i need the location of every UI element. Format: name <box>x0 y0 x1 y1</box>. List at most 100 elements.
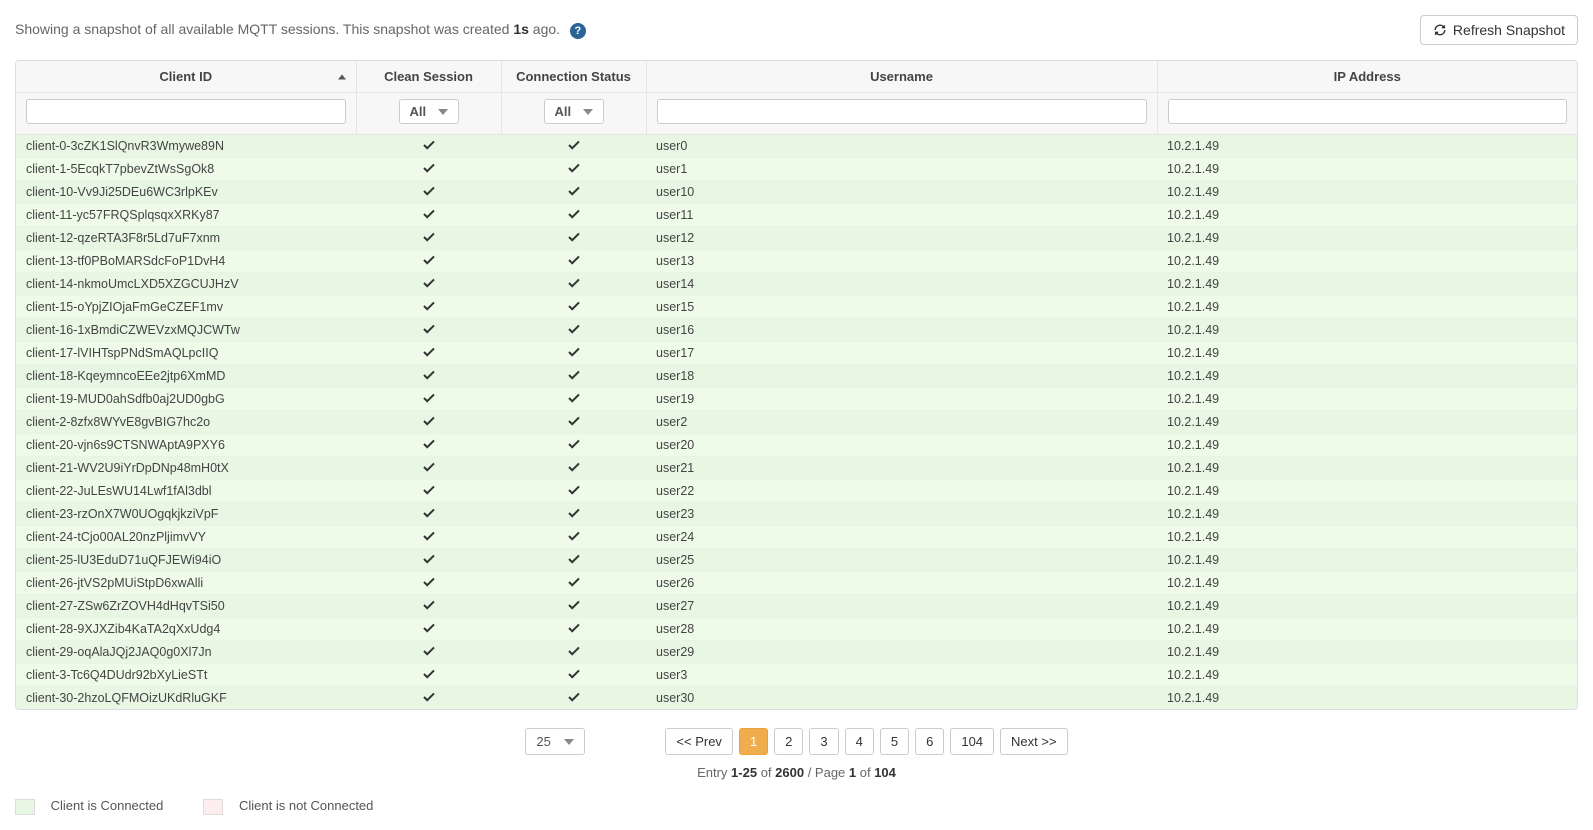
col-username[interactable]: Username <box>646 61 1157 93</box>
check-icon <box>423 508 435 518</box>
filter-ip-input[interactable] <box>1168 99 1568 124</box>
cell-username: user2 <box>646 411 1157 434</box>
cell-clean-session <box>356 572 501 595</box>
cell-username: user16 <box>646 319 1157 342</box>
check-icon <box>423 347 435 357</box>
col-connection-status[interactable]: Connection Status <box>501 61 646 93</box>
check-icon <box>423 393 435 403</box>
cell-client-id: client-28-9XJXZib4KaTA2qXxUdg4 <box>16 618 356 641</box>
cell-client-id: client-12-qzeRTA3F8r5Ld7uF7xnm <box>16 227 356 250</box>
pager-prev-button[interactable]: << Prev <box>665 728 733 755</box>
pager-page-button[interactable]: 2 <box>774 728 803 755</box>
cell-clean-session <box>356 273 501 296</box>
help-icon[interactable]: ? <box>570 23 586 39</box>
table-row[interactable]: client-21-WV2U9iYrDpDNp48mH0tXuser2110.2… <box>16 457 1577 480</box>
check-icon <box>423 324 435 334</box>
table-row[interactable]: client-0-3cZK1SlQnvR3Wmywe89Nuser010.2.1… <box>16 135 1577 158</box>
check-icon <box>423 416 435 426</box>
cell-client-id: client-10-Vv9Ji25DEu6WC3rlpKEv <box>16 181 356 204</box>
table-row[interactable]: client-2-8zfx8WYvE8gvBIG7hc2ouser210.2.1… <box>16 411 1577 434</box>
pager-page-button[interactable]: 4 <box>845 728 874 755</box>
cell-clean-session <box>356 319 501 342</box>
cell-ip: 10.2.1.49 <box>1157 641 1577 664</box>
check-icon <box>423 301 435 311</box>
table-row[interactable]: client-13-tf0PBoMARSdcFoP1DvH4user1310.2… <box>16 250 1577 273</box>
table-row[interactable]: client-20-vjn6s9CTSNWAptA9PXY6user2010.2… <box>16 434 1577 457</box>
table-row[interactable]: client-27-ZSw6ZrZOVH4dHqvTSi50user2710.2… <box>16 595 1577 618</box>
table-row[interactable]: client-16-1xBmdiCZWEVzxMQJCWTwuser1610.2… <box>16 319 1577 342</box>
legend-disconnected: Client is not Connected <box>203 798 373 815</box>
col-ip-address[interactable]: IP Address <box>1157 61 1577 93</box>
cell-connection-status <box>501 664 646 687</box>
check-icon <box>568 462 580 472</box>
table-row[interactable]: client-12-qzeRTA3F8r5Ld7uF7xnmuser1210.2… <box>16 227 1577 250</box>
cell-client-id: client-1-5EcqkT7pbevZtWsSgOk8 <box>16 158 356 181</box>
cell-client-id: client-0-3cZK1SlQnvR3Wmywe89N <box>16 135 356 158</box>
cell-username: user0 <box>646 135 1157 158</box>
col-clean-label: Clean Session <box>384 69 473 84</box>
filter-clean-session-select[interactable]: All <box>399 99 459 124</box>
check-icon <box>568 554 580 564</box>
table-row[interactable]: client-11-yc57FRQSplqsqxXRKy87user1110.2… <box>16 204 1577 227</box>
pager-page-button[interactable]: 1 <box>739 728 768 755</box>
refresh-snapshot-button[interactable]: Refresh Snapshot <box>1420 15 1578 45</box>
cell-client-id: client-14-nkmoUmcLXD5XZGCUJHzV <box>16 273 356 296</box>
pager-page-button[interactable]: 3 <box>809 728 838 755</box>
table-row[interactable]: client-10-Vv9Ji25DEu6WC3rlpKEvuser1010.2… <box>16 181 1577 204</box>
table-row[interactable]: client-14-nkmoUmcLXD5XZGCUJHzVuser1410.2… <box>16 273 1577 296</box>
pager-page-button[interactable]: 104 <box>950 728 994 755</box>
table-row[interactable]: client-28-9XJXZib4KaTA2qXxUdg4user2810.2… <box>16 618 1577 641</box>
cell-connection-status <box>501 388 646 411</box>
table-row[interactable]: client-3-Tc6Q4DUdr92bXyLieSTtuser310.2.1… <box>16 664 1577 687</box>
cell-clean-session <box>356 181 501 204</box>
pager-next-button[interactable]: Next >> <box>1000 728 1068 755</box>
table-row[interactable]: client-24-tCjo00AL20nzPljimvVYuser2410.2… <box>16 526 1577 549</box>
filter-client-id-input[interactable] <box>26 99 346 124</box>
filter-username-input[interactable] <box>657 99 1147 124</box>
cell-username: user11 <box>646 204 1157 227</box>
check-icon <box>423 278 435 288</box>
check-icon <box>568 255 580 265</box>
cell-ip: 10.2.1.49 <box>1157 618 1577 641</box>
cell-clean-session <box>356 687 501 710</box>
filter-connection-status-select[interactable]: All <box>544 99 604 124</box>
check-icon <box>423 232 435 242</box>
cell-ip: 10.2.1.49 <box>1157 595 1577 618</box>
cell-connection-status <box>501 641 646 664</box>
cell-username: user14 <box>646 273 1157 296</box>
table-row[interactable]: client-19-MUD0ahSdfb0aj2UD0gbGuser1910.2… <box>16 388 1577 411</box>
table-row[interactable]: client-17-lVIHTspPNdSmAQLpcIIQuser1710.2… <box>16 342 1577 365</box>
cell-username: user19 <box>646 388 1157 411</box>
table-row[interactable]: client-30-2hzoLQFMOizUKdRluGKFuser3010.2… <box>16 687 1577 710</box>
check-icon <box>423 692 435 702</box>
pager-page-button[interactable]: 5 <box>880 728 909 755</box>
cell-username: user25 <box>646 549 1157 572</box>
table-row[interactable]: client-23-rzOnX7W0UOgqkjkziVpFuser2310.2… <box>16 503 1577 526</box>
cell-ip: 10.2.1.49 <box>1157 296 1577 319</box>
table-row[interactable]: client-1-5EcqkT7pbevZtWsSgOk8user110.2.1… <box>16 158 1577 181</box>
table-row[interactable]: client-22-JuLEsWU14Lwf1fAl3dbluser2210.2… <box>16 480 1577 503</box>
table-row[interactable]: client-18-KqeymncoEEe2jtp6XmMDuser1810.2… <box>16 365 1577 388</box>
page-size-select[interactable]: 25 <box>525 728 585 755</box>
pager-page-button[interactable]: 6 <box>915 728 944 755</box>
cell-client-id: client-15-oYpjZIOjaFmGeCZEF1mv <box>16 296 356 319</box>
col-client-id[interactable]: Client ID <box>16 61 356 93</box>
cell-connection-status <box>501 181 646 204</box>
cell-connection-status <box>501 227 646 250</box>
table-row[interactable]: client-25-lU3EduD71uQFJEWi94iOuser2510.2… <box>16 549 1577 572</box>
cell-client-id: client-18-KqeymncoEEe2jtp6XmMD <box>16 365 356 388</box>
table-row[interactable]: client-15-oYpjZIOjaFmGeCZEF1mvuser1510.2… <box>16 296 1577 319</box>
cell-client-id: client-11-yc57FRQSplqsqxXRKy87 <box>16 204 356 227</box>
table-row[interactable]: client-26-jtVS2pMUiStpD6xwAlliuser2610.2… <box>16 572 1577 595</box>
cell-username: user21 <box>646 457 1157 480</box>
cell-connection-status <box>501 503 646 526</box>
col-clean-session[interactable]: Clean Session <box>356 61 501 93</box>
table-row[interactable]: client-29-oqAlaJQj2JAQ0g0Xl7Jnuser2910.2… <box>16 641 1577 664</box>
check-icon <box>568 485 580 495</box>
cell-client-id: client-22-JuLEsWU14Lwf1fAl3dbl <box>16 480 356 503</box>
cell-clean-session <box>356 296 501 319</box>
cell-client-id: client-25-lU3EduD71uQFJEWi94iO <box>16 549 356 572</box>
col-user-label: Username <box>870 69 933 84</box>
sessions-table: Client ID Clean Session Connection Statu… <box>15 60 1578 710</box>
cell-connection-status <box>501 365 646 388</box>
